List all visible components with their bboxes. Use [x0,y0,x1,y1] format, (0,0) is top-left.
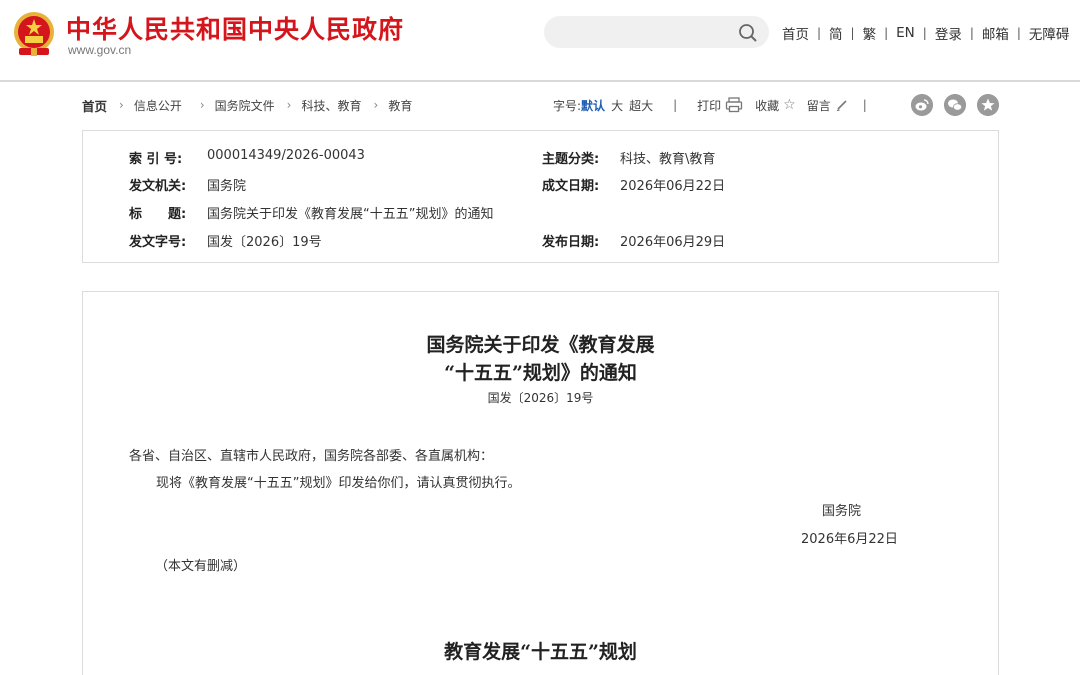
favorite-button[interactable]: 收藏 [755,97,779,114]
star-outline-icon[interactable]: ☆ [783,97,796,113]
info-row-category: 主题分类: 科技、教育\教育 [542,148,715,167]
breadcrumb-info-public[interactable]: 信息公开 [134,97,182,114]
index-label: 索 引 号: [129,152,183,167]
info-row-index: 索 引 号: 000014349/2026-00043 [129,148,365,167]
info-row-doc-number: 发文字号: 国发〔2026〕19号 [129,231,322,250]
breadcrumb-home[interactable]: 首页 [82,96,107,115]
info-row-date-written: 成文日期: 2026年06月22日 [542,175,725,194]
index-value: 000014349/2026-00043 [207,148,365,163]
abridged-note: （本文有删减） [155,559,247,574]
print-button[interactable]: 打印 [697,97,721,114]
breadcrumb-sci-edu[interactable]: 科技、教育 [301,97,361,114]
nav-english[interactable]: EN [888,25,923,41]
pencil-icon[interactable] [835,98,849,112]
search-icon[interactable] [737,22,759,44]
date-written-value: 2026年06月22日 [620,179,726,194]
font-large-button[interactable]: 大 [611,97,623,114]
title-label: 标 题: [129,207,187,222]
site-title[interactable]: 中华人民共和国中央人民政府 [66,10,404,46]
weibo-icon[interactable] [911,94,933,116]
body-paragraph: 现将《教育发展“十五五”规划》印发给你们，请认真贯彻执行。 [156,476,521,491]
nav-login[interactable]: 登录 [927,23,970,43]
chevron-right-icon: › [286,98,292,112]
info-row-publish-date: 发布日期: 2026年06月29日 [542,231,725,250]
issuer-value: 国务院 [207,179,247,194]
section-title: 教育发展“十五五”规划 [444,641,637,663]
doc-number-value: 国发〔2026〕19号 [207,235,322,250]
top-nav: 首页 | 简 | 繁 | EN | 登录 | 邮箱 | 无障碍 [774,23,1069,43]
chevron-right-icon: › [373,98,379,112]
nav-traditional[interactable]: 繁 [855,23,885,43]
wechat-icon[interactable] [944,94,966,116]
breadcrumb: 首页 › 信息公开 › 国务院文件 › 科技、教育 › 教育 [82,96,412,114]
page-tools: 字号: 默认 大 超大 | 打印 收藏 ☆ 留言 | [553,96,879,114]
date-written-label: 成文日期: [542,179,600,194]
comment-button[interactable]: 留言 [807,97,831,114]
printer-icon[interactable] [725,97,743,113]
font-xlarge-button[interactable]: 超大 [629,97,653,114]
font-size-label: 字号: [553,98,582,113]
info-row-issuer: 发文机关: 国务院 [129,175,246,194]
doc-number-label: 发文字号: [129,235,187,250]
font-default-button[interactable]: 默认 [581,97,605,114]
document-body: 国务院关于印发《教育发展 “十五五”规划》的通知 国发〔2026〕19号 各省、… [82,291,999,675]
chevron-right-icon: › [119,98,124,112]
signer: 国务院 [822,504,862,519]
chevron-right-icon: › [199,98,205,112]
title-value: 国务院关于印发《教育发展“十五五”规划》的通知 [207,207,494,222]
tool-separator: | [673,98,678,112]
nav-accessibility[interactable]: 无障碍 [1021,23,1070,43]
breadcrumb-education[interactable]: 教育 [388,97,412,114]
issuer-label: 发文机关: [129,179,187,194]
publish-date-label: 发布日期: [542,235,600,250]
info-row-title: 标 题: 国务院关于印发《教育发展“十五五”规划》的通知 [129,203,493,222]
document-number: 国发〔2026〕19号 [487,391,594,405]
national-emblem-icon[interactable] [11,10,57,58]
addressee-paragraph: 各省、自治区、直辖市人民政府，国务院各部委、各直属机构： [129,449,494,464]
favorite-star-icon[interactable] [977,94,999,116]
breadcrumb-state-council-docs[interactable]: 国务院文件 [215,97,275,114]
nav-home[interactable]: 首页 [774,23,817,43]
site-url: www.gov.cn [68,43,132,57]
document-title-line2: “十五五”规划》的通知 [444,362,637,384]
document-info-table: 索 引 号: 000014349/2026-00043 主题分类: 科技、教育\… [82,130,999,263]
category-value: 科技、教育\教育 [620,152,716,167]
nav-simplified[interactable]: 简 [821,23,851,43]
sign-date: 2026年6月22日 [801,532,898,547]
category-label: 主题分类: [542,152,600,167]
document-title-line1: 国务院关于印发《教育发展 [426,334,655,356]
tool-separator: | [862,98,867,112]
nav-mailbox[interactable]: 邮箱 [974,23,1017,43]
site-header: 中华人民共和国中央人民政府 www.gov.cn 首页 | 简 | 繁 | EN… [0,0,1080,82]
publish-date-value: 2026年06月29日 [620,235,726,250]
search-input[interactable] [544,16,769,48]
